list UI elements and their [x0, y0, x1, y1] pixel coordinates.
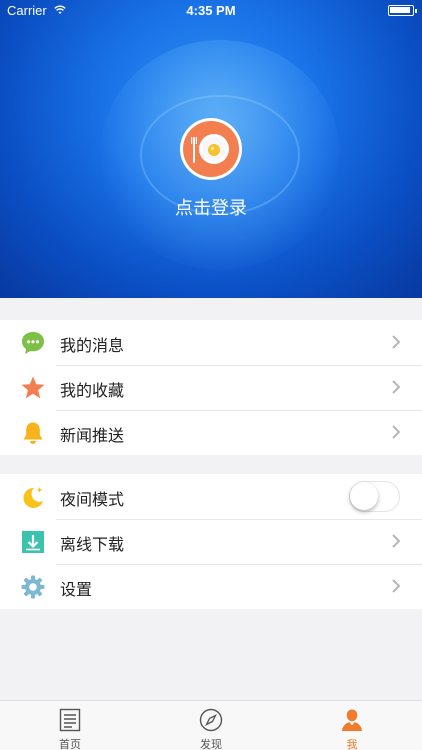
menu-item-settings[interactable]: 设置 — [0, 564, 422, 609]
bell-icon — [23, 422, 43, 444]
avatar-plate — [183, 121, 239, 177]
menu-group-settings: 夜间模式 离线下载 设置 — [0, 474, 422, 609]
menu-item-label: 离线下载 — [60, 535, 125, 554]
document-icon — [59, 708, 81, 732]
status-bar: Carrier 4:35 PM — [0, 0, 422, 22]
tab-home[interactable]: 首页 — [0, 701, 140, 750]
compass-icon — [199, 708, 223, 732]
chevron-right-icon — [392, 380, 401, 394]
menu-item-news-push[interactable]: 新闻推送 — [0, 410, 422, 455]
gear-icon — [21, 575, 45, 599]
chevron-right-icon — [392, 425, 401, 439]
toggle-knob — [350, 482, 378, 510]
menu-item-favorites[interactable]: 我的收藏 — [0, 365, 422, 410]
tab-label: 首页 — [59, 738, 81, 750]
tab-discover[interactable]: 发现 — [141, 701, 281, 750]
menu-item-label: 新闻推送 — [60, 426, 125, 445]
person-icon — [342, 709, 362, 731]
star-icon — [21, 376, 45, 399]
battery-icon — [388, 5, 417, 16]
avatar[interactable] — [180, 118, 242, 180]
download-icon — [22, 531, 44, 553]
login-prompt[interactable]: 点击登录 — [0, 194, 422, 220]
menu-item-label: 设置 — [60, 580, 93, 599]
tab-label: 我 — [346, 738, 358, 750]
menu-item-messages[interactable]: 我的消息 — [0, 320, 422, 365]
tab-label: 发现 — [200, 738, 222, 750]
clock: 4:35 PM — [186, 3, 236, 18]
fried-egg-icon — [191, 134, 229, 164]
chevron-right-icon — [392, 579, 401, 593]
profile-screen: Carrier 4:35 PM 点击登录 我的消息 我的收藏 新闻推送 夜间模式… — [0, 0, 422, 750]
night-mode-toggle[interactable] — [349, 481, 400, 512]
message-icon — [22, 332, 44, 354]
profile-header: Carrier 4:35 PM 点击登录 — [0, 0, 422, 298]
menu-item-offline-download[interactable]: 离线下载 — [0, 519, 422, 564]
tab-me[interactable]: 我 — [282, 701, 422, 750]
menu-item-label: 夜间模式 — [60, 490, 125, 509]
tab-bar: 首页 发现 我 — [0, 700, 422, 750]
menu-item-label: 我的收藏 — [60, 381, 125, 400]
chevron-right-icon — [392, 335, 401, 349]
menu-group-personal: 我的消息 我的收藏 新闻推送 — [0, 320, 422, 455]
moon-icon — [23, 487, 43, 508]
chevron-right-icon — [392, 534, 401, 548]
menu-item-night-mode: 夜间模式 — [0, 474, 422, 519]
menu-item-label: 我的消息 — [60, 336, 125, 355]
